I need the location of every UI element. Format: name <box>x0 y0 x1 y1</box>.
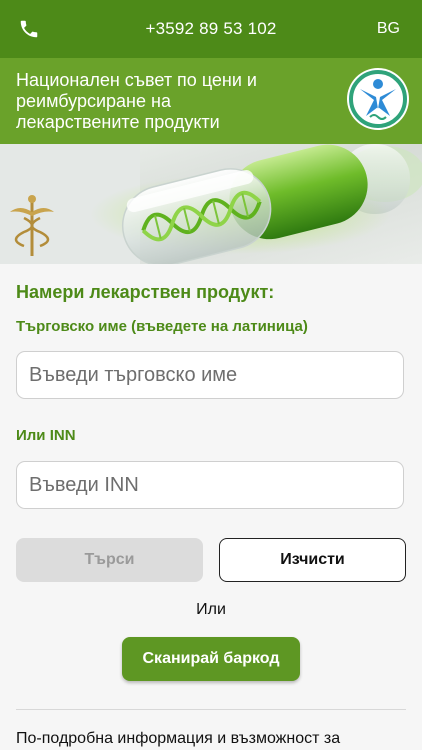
top-bar: +3592 89 53 102 BG <box>0 0 422 58</box>
trade-name-label: Търговско име (въведете на латиница) <box>16 318 308 335</box>
inn-label: Или INN <box>16 427 76 444</box>
trade-name-input[interactable] <box>16 351 404 399</box>
divider <box>16 709 406 710</box>
or-text: Или <box>196 601 226 618</box>
search-heading: Намери лекарствен продукт: <box>16 282 275 302</box>
clear-button[interactable]: Изчисти <box>219 538 406 582</box>
search-section: Намери лекарствен продукт: Търговско име… <box>0 264 422 750</box>
phone-number[interactable]: +3592 89 53 102 <box>0 19 422 39</box>
more-info-text: По-подробна информация и възможност за <box>16 730 341 747</box>
title-line-2: реимбурсиране на <box>16 91 171 111</box>
language-switch[interactable]: BG <box>377 20 400 38</box>
ncpr-logo-icon <box>347 68 409 130</box>
scan-barcode-button[interactable]: Сканирай баркод <box>122 637 300 681</box>
inn-input[interactable] <box>16 461 404 509</box>
title-bar: Национален съвет по цени и реимбурсиране… <box>0 58 422 144</box>
organization-title: Национален съвет по цени и реимбурсиране… <box>16 70 336 133</box>
title-line-3: лекарствените продукти <box>16 112 220 132</box>
capsule-dna-banner <box>0 144 422 264</box>
search-button[interactable]: Търси <box>16 538 203 582</box>
banner-image <box>0 144 422 264</box>
title-line-1: Национален съвет по цени и <box>16 70 257 90</box>
